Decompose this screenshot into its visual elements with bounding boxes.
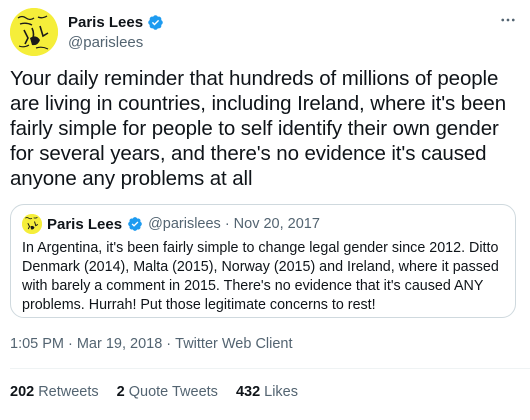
quote-header: Paris Lees @parislees · Nov 20, 2017 <box>22 213 504 235</box>
likes-stat[interactable]: 432 Likes <box>236 384 298 400</box>
retweets-stat[interactable]: 202 Retweets <box>10 384 99 400</box>
quote-tweets-label: Quote Tweets <box>128 384 218 400</box>
meta-separator: · <box>166 336 172 352</box>
tweet-header: Paris Lees @parislees <box>10 8 520 58</box>
tweet-text: Your daily reminder that hundreds of mil… <box>10 67 506 190</box>
quote-tweets-count: 2 <box>116 384 125 400</box>
name-row: Paris Lees <box>68 12 164 32</box>
quote-handle: @parislees <box>148 216 221 232</box>
verified-badge-icon <box>147 14 164 31</box>
verified-badge-icon <box>127 216 143 232</box>
likes-count: 432 <box>235 384 261 400</box>
quote-tweets-stat[interactable]: 2 Quote Tweets <box>117 384 218 400</box>
divider <box>10 368 530 369</box>
avatar[interactable] <box>10 8 58 56</box>
tweet-client[interactable]: Twitter Web Client <box>175 336 292 352</box>
retweets-count: 202 <box>10 384 35 400</box>
quote-text: In Argentina, it's been fairly simple to… <box>22 240 499 313</box>
quote-meta: @parislees · Nov 20, 2017 <box>148 216 320 232</box>
tweet-card: Paris Lees @parislees Your daily reminde… <box>0 0 530 420</box>
avatar-image <box>10 8 58 56</box>
retweets-label: Retweets <box>38 384 99 400</box>
engagement-stats: 202 Retweets 2 Quote Tweets 432 Likes <box>10 384 298 400</box>
more-horizontal-icon <box>499 11 517 29</box>
tweet-date[interactable]: Mar 19, 2018 <box>77 336 162 352</box>
display-name[interactable]: Paris Lees <box>68 14 143 31</box>
quote-avatar <box>22 214 42 234</box>
meta-separator: · <box>68 336 73 352</box>
more-options-button[interactable] <box>496 10 520 30</box>
tweet-time[interactable]: 1:05 PM <box>10 336 64 352</box>
author-handle[interactable]: @parislees <box>68 34 164 51</box>
quoted-tweet[interactable]: Paris Lees @parislees · Nov 20, 2017 In … <box>10 204 516 318</box>
author-block: Paris Lees @parislees <box>68 12 164 51</box>
quote-separator: · <box>224 216 230 232</box>
likes-label: Likes <box>264 384 298 400</box>
quote-display-name: Paris Lees <box>47 215 123 233</box>
quote-date: Nov 20, 2017 <box>233 216 320 232</box>
timestamp-row: 1:05 PM · Mar 19, 2018 · Twitter Web Cli… <box>10 336 293 352</box>
